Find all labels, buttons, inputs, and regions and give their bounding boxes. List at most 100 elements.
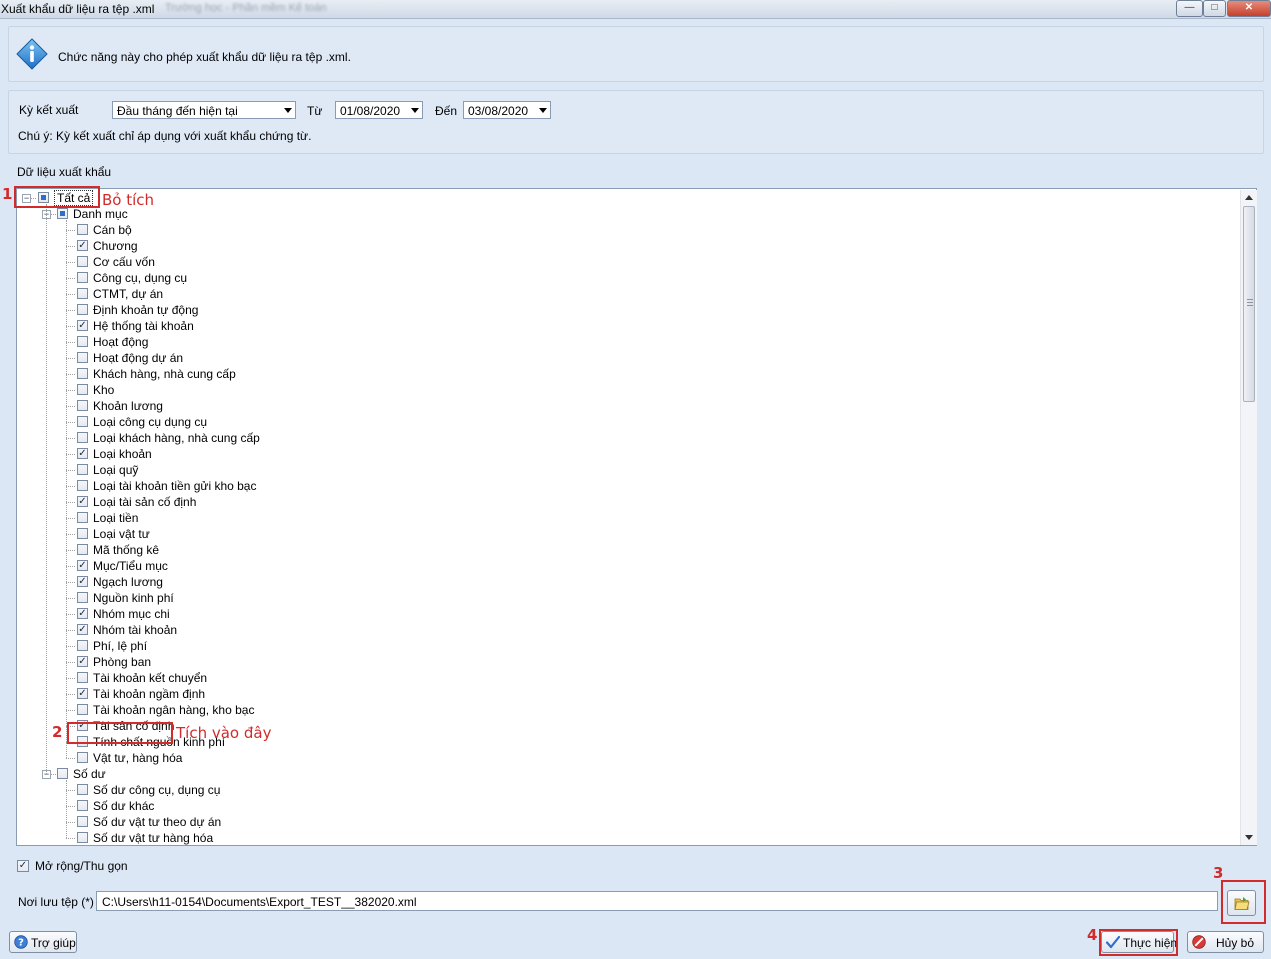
tree-item-label: Nhóm mục chi bbox=[93, 607, 170, 621]
tree-item-label: Tài khoản ngân hàng, kho bạc bbox=[93, 703, 255, 717]
period-label: Kỳ kết xuất bbox=[19, 103, 79, 117]
tree-item-checkbox[interactable] bbox=[77, 432, 88, 443]
scroll-up-icon[interactable] bbox=[1245, 195, 1253, 200]
tree-connector bbox=[66, 262, 75, 263]
tree-item-label: Loại tiền bbox=[93, 511, 139, 525]
to-date-picker[interactable]: 03/08/2020 bbox=[463, 101, 551, 119]
tree-item-checkbox[interactable] bbox=[77, 512, 88, 523]
tree-item-checkbox[interactable] bbox=[77, 672, 88, 683]
tree-item-checkbox[interactable]: ✓ bbox=[77, 656, 88, 667]
tree-item-checkbox[interactable] bbox=[77, 784, 88, 795]
tree-item-checkbox[interactable] bbox=[77, 416, 88, 427]
tree-item-checkbox[interactable] bbox=[77, 640, 88, 651]
tree-item-checkbox[interactable] bbox=[77, 800, 88, 811]
tree-scrollbar[interactable] bbox=[1240, 190, 1257, 845]
tree-item-label: Phí, lệ phí bbox=[93, 639, 148, 653]
tree-item-label: Vật tư, hàng hóa bbox=[93, 751, 183, 765]
tree-connector bbox=[66, 294, 75, 295]
tree-item-label: Loại khoản bbox=[93, 447, 152, 461]
window-titlebar: Xuất khẩu dữ liệu ra tệp .xml Trường học… bbox=[0, 0, 1271, 19]
from-date-picker[interactable]: 01/08/2020 bbox=[335, 101, 423, 119]
tree-group-1-label: Số dư bbox=[73, 767, 106, 781]
tree-item-checkbox[interactable]: ✓ bbox=[77, 496, 88, 507]
scroll-down-icon[interactable] bbox=[1245, 835, 1253, 840]
period-select-value: Đầu tháng đến hiện tại bbox=[117, 104, 238, 118]
tree-connector bbox=[66, 550, 75, 551]
tree-item-checkbox[interactable]: ✓ bbox=[77, 448, 88, 459]
minimize-button[interactable]: — bbox=[1176, 0, 1203, 17]
tree-item-checkbox[interactable] bbox=[77, 528, 88, 539]
tree-item-label: Loại công cụ dụng cụ bbox=[93, 415, 208, 429]
tree-connector bbox=[66, 758, 75, 759]
tree-connector bbox=[66, 390, 75, 391]
tree-item-checkbox[interactable] bbox=[77, 464, 88, 475]
tree-item-label: Số dư vật tư hàng hóa bbox=[93, 831, 214, 845]
tree-connector bbox=[66, 326, 75, 327]
tree-item-checkbox[interactable] bbox=[77, 336, 88, 347]
tree-item-checkbox[interactable] bbox=[77, 400, 88, 411]
tree-connector bbox=[66, 422, 75, 423]
tree-group-1-checkbox[interactable] bbox=[57, 768, 68, 779]
save-path-input[interactable]: C:\Users\h11-0154\Documents\Export_TEST_… bbox=[96, 891, 1218, 911]
tree-item-checkbox[interactable]: ✓ bbox=[77, 608, 88, 619]
tree-item-checkbox[interactable] bbox=[77, 752, 88, 763]
expand-collapse-box[interactable]: ✓ bbox=[17, 860, 29, 872]
tree-item-checkbox[interactable] bbox=[77, 304, 88, 315]
tree-item-checkbox[interactable]: ✓ bbox=[77, 240, 88, 251]
tree-connector bbox=[66, 246, 75, 247]
tree-connector bbox=[66, 678, 75, 679]
tree-item-checkbox[interactable]: ✓ bbox=[77, 576, 88, 587]
tree-item-checkbox[interactable] bbox=[77, 832, 88, 843]
tree-item-checkbox[interactable] bbox=[77, 272, 88, 283]
tree-item-checkbox[interactable]: ✓ bbox=[77, 560, 88, 571]
cancel-button[interactable]: Hủy bỏ bbox=[1187, 931, 1264, 953]
chevron-down-icon[interactable] bbox=[411, 108, 419, 113]
tree-item-label: Chương bbox=[93, 239, 138, 253]
tree-connector bbox=[66, 438, 75, 439]
help-button[interactable]: ? Trợ giúp bbox=[9, 931, 77, 953]
tree-item-label: Hoạt động dự án bbox=[93, 351, 184, 365]
tree-item-checkbox[interactable] bbox=[77, 480, 88, 491]
tree-connector bbox=[66, 662, 75, 663]
tree-item-checkbox[interactable] bbox=[77, 384, 88, 395]
save-path-label: Nơi lưu tệp (*) bbox=[18, 895, 94, 909]
tree-item-label: Cơ cấu vốn bbox=[93, 255, 155, 269]
tree-connector bbox=[66, 220, 67, 758]
tree-item-checkbox[interactable] bbox=[77, 352, 88, 363]
export-data-tree[interactable]: Tất cả − Danh mục − Cán bộ ✓ Chương Cơ cấu vốn C… bbox=[16, 188, 1257, 846]
tree-item-checkbox[interactable] bbox=[77, 544, 88, 555]
tree-item-checkbox[interactable] bbox=[77, 224, 88, 235]
tree-item-checkbox[interactable] bbox=[77, 592, 88, 603]
tree-connector bbox=[46, 204, 47, 774]
tree-item-checkbox[interactable] bbox=[77, 368, 88, 379]
tree-item-checkbox[interactable] bbox=[77, 816, 88, 827]
tree-item-checkbox[interactable]: ✓ bbox=[77, 688, 88, 699]
tree-connector bbox=[66, 470, 75, 471]
tree-item-checkbox[interactable]: ✓ bbox=[77, 624, 88, 635]
tree-item-label: Công cụ, dụng cụ bbox=[93, 271, 188, 285]
tree-connector bbox=[66, 406, 75, 407]
chevron-down-icon[interactable] bbox=[284, 108, 292, 113]
tree-connector bbox=[66, 374, 75, 375]
period-select[interactable]: Đầu tháng đến hiện tại bbox=[112, 101, 296, 119]
tree-connector bbox=[66, 310, 75, 311]
chevron-down-icon[interactable] bbox=[539, 108, 547, 113]
tree-item-checkbox[interactable] bbox=[77, 288, 88, 299]
step3-highlight bbox=[1221, 880, 1266, 924]
tree-connector bbox=[66, 582, 75, 583]
tree-item-label: Cán bộ bbox=[93, 223, 132, 237]
tree-connector bbox=[66, 790, 75, 791]
window-title: Xuất khẩu dữ liệu ra tệp .xml bbox=[1, 2, 155, 16]
tree-group-0-checkbox[interactable] bbox=[57, 208, 68, 219]
tree-item-checkbox[interactable] bbox=[77, 256, 88, 267]
close-button[interactable]: ✕ bbox=[1227, 0, 1271, 17]
tree-item-label: Kho bbox=[93, 383, 115, 397]
tree-connector bbox=[66, 278, 75, 279]
tree-item-label: Nhóm tài khoản bbox=[93, 623, 178, 637]
tree-item-checkbox[interactable] bbox=[77, 704, 88, 715]
maximize-button[interactable]: □ bbox=[1203, 0, 1226, 17]
tree-item-checkbox[interactable]: ✓ bbox=[77, 320, 88, 331]
scrollbar-thumb[interactable] bbox=[1243, 206, 1255, 402]
info-icon bbox=[16, 38, 48, 70]
tree-connector bbox=[66, 822, 75, 823]
